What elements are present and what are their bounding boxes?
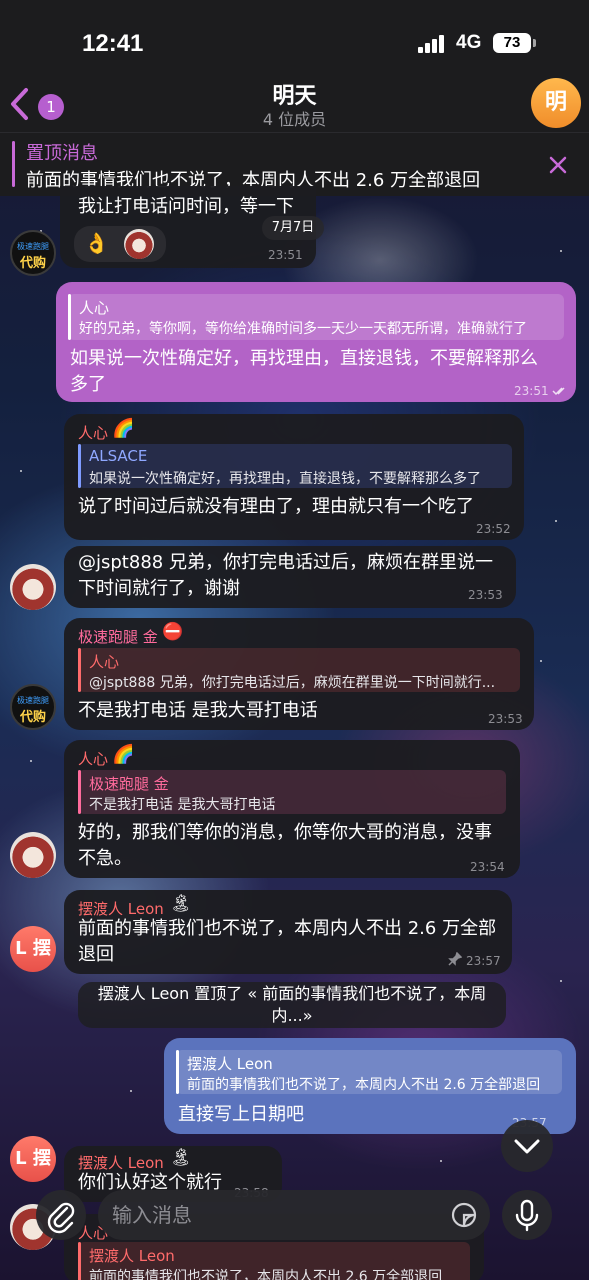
message-text-line1: 如果说一次性确定好，再找理由，直接退钱，不要解释那么: [70, 348, 538, 369]
close-icon[interactable]: [546, 153, 570, 177]
message-text-line1: 好的，那我们等你的消息，你等你大哥的消息，没事: [78, 822, 492, 843]
reply-sender: 人心: [79, 299, 110, 317]
reply-quote[interactable]: 摆渡人 Leon 前面的事情我们也不说了，本周内人不出 2.6 万全部退回: [176, 1050, 562, 1094]
chevron-down-icon: [514, 1139, 540, 1154]
reply-bar: [68, 294, 71, 340]
message-bubble[interactable]: 人心 🌈 ALSACE 如果说一次性确定好，再找理由，直接退钱，不要解释那么多了…: [64, 414, 524, 540]
message-text: 说了时间过后就没有理由了，理由就只有一个吃了: [78, 496, 474, 517]
battery-icon: 73: [493, 33, 536, 53]
reply-text: 前面的事情我们也不说了，本周内人不出 2.6 万全部退回: [89, 1269, 443, 1280]
reply-sender: 极速跑腿 金: [89, 775, 169, 793]
sender-emoji: 🏝: [170, 894, 192, 914]
message-bubble[interactable]: @jspt888 兄弟，你打完电话过后，麻烦在群里说一 下时间就行了，谢谢 23…: [64, 546, 516, 608]
reply-sender: ALSACE: [89, 447, 148, 465]
sticker-icon[interactable]: [450, 1201, 478, 1229]
reply-bar: [78, 1242, 81, 1280]
message-time: 23:51: [514, 384, 549, 398]
message-bubble[interactable]: 摆渡人 Leon 🏝 前面的事情我们也不说了，本周内人不出 2.6 万全部 退回…: [64, 890, 512, 974]
reply-bar: [78, 770, 81, 814]
member-count: 4 位成员: [262, 110, 327, 129]
message-text-line2: 下时间就行了，谢谢: [78, 578, 240, 599]
logo-text-top: 极速跑腿: [17, 696, 49, 705]
reply-sender: 人心: [89, 653, 120, 671]
pinned-title: 置顶消息: [26, 143, 98, 164]
message-time: 23:57: [466, 954, 501, 968]
sender-emoji: 🌈: [112, 418, 135, 439]
double-check-icon: [552, 387, 565, 396]
sender-name: 极速跑腿 金: [78, 628, 158, 646]
message-bubble[interactable]: 极速跑腿 金 ⛔ 人心 @jspt888 兄弟，你打完电话过后，麻烦在群里说一下…: [64, 618, 534, 730]
message-text: 我让打电话问时间，等一下: [78, 196, 294, 217]
voice-button[interactable]: [502, 1190, 552, 1240]
chat-avatar[interactable]: 明: [531, 78, 581, 128]
paperclip-icon: [47, 1202, 75, 1234]
reply-quote[interactable]: 极速跑腿 金 不是我打电话 是我大哥打电话: [78, 770, 506, 814]
reply-quote[interactable]: 人心 @jspt888 兄弟，你打完电话过后，麻烦在群里说一下时间就行...: [78, 648, 520, 692]
reactor-avatar: [124, 229, 154, 259]
pin-service-message[interactable]: 摆渡人 Leon 置顶了 « 前面的事情我们也不说了，本周 内...»: [78, 982, 506, 1028]
pin-icon: [448, 952, 462, 966]
reply-quote[interactable]: ALSACE 如果说一次性确定好，再找理由，直接退钱，不要解释那么多了: [78, 444, 512, 488]
message-text: 不是我打电话 是我大哥打电话: [78, 700, 318, 721]
network-label: 4G: [456, 32, 482, 53]
logo-text-bottom: 代购: [19, 710, 46, 725]
reply-sender: 摆渡人 Leon: [89, 1247, 175, 1265]
sender-emoji: ⛔: [162, 622, 184, 642]
sender-avatar-jisu[interactable]: 极速跑腿 代购: [10, 684, 56, 730]
reply-text: 不是我打电话 是我大哥打电话: [89, 797, 276, 813]
sender-emoji: 🌈: [112, 744, 135, 765]
sender-avatar-jisu[interactable]: 极速跑腿 代购: [10, 230, 56, 276]
outgoing-message-bubble[interactable]: 人心 好的兄弟，等你啊，等你给准确时间多一天少一天都无所谓，准确就行了 如果说一…: [56, 282, 576, 402]
reply-quote[interactable]: 人心 好的兄弟，等你啊，等你给准确时间多一天少一天都无所谓，准确就行了: [68, 294, 564, 340]
reply-sender: 摆渡人 Leon: [187, 1055, 273, 1073]
attach-button[interactable]: [36, 1190, 86, 1240]
service-text-line1: 摆渡人 Leon 置顶了 « 前面的事情我们也不说了，本周: [97, 984, 487, 1003]
reply-bar: [78, 444, 81, 488]
reply-text: 好的兄弟，等你啊，等你给准确时间多一天少一天都无所谓，准确就行了: [79, 321, 527, 337]
sender-avatar-renxin[interactable]: [10, 832, 56, 878]
reply-text: @jspt888 兄弟，你打完电话过后，麻烦在群里说一下时间就行...: [89, 675, 496, 691]
pinned-accent-bar: [12, 141, 15, 187]
message-time: 23:52: [476, 522, 511, 536]
reply-bar: [78, 648, 81, 692]
microphone-icon: [515, 1199, 539, 1232]
message-text: 直接写上日期吧: [178, 1104, 304, 1125]
chat-header: 1 明天 4 位成员 明: [0, 78, 589, 132]
sender-avatar-leon[interactable]: L 摆: [10, 1136, 56, 1182]
reaction-chip[interactable]: 👌: [74, 226, 166, 262]
reply-quote[interactable]: 摆渡人 Leon 前面的事情我们也不说了，本周内人不出 2.6 万全部退回: [78, 1242, 470, 1280]
sender-avatar-renxin[interactable]: [10, 564, 56, 610]
message-bubble[interactable]: 人心 🌈 极速跑腿 金 不是我打电话 是我大哥打电话 好的，那我们等你的消息，你…: [64, 740, 520, 878]
sender-avatar-leon[interactable]: L 摆: [10, 926, 56, 972]
date-divider: 7月7日: [262, 216, 324, 240]
message-text-line2: 退回: [78, 944, 114, 965]
ok-hand-emoji: 👌: [84, 231, 109, 255]
signal-icon: [418, 33, 448, 53]
status-time: 12:41: [82, 30, 144, 57]
message-text-line1: @jspt888 兄弟，你打完电话过后，麻烦在群里说一: [78, 552, 493, 573]
sender-name: 人心: [78, 424, 109, 442]
logo-text-top: 极速跑腿: [17, 242, 49, 251]
service-text-line2: 内...»: [271, 1006, 313, 1025]
message-time: 23:54: [470, 860, 505, 874]
message-text-line2: 不急。: [78, 848, 132, 869]
sender-name: 人心: [78, 750, 109, 768]
message-time: 23:53: [488, 712, 523, 726]
scroll-to-bottom-button[interactable]: [501, 1120, 553, 1172]
message-time: 23:51: [268, 248, 303, 262]
message-time: 23:53: [468, 588, 503, 602]
reply-bar: [176, 1050, 179, 1094]
message-text-line2: 多了: [70, 374, 106, 395]
logo-text-bottom: 代购: [19, 256, 46, 271]
status-bar: 12:41 4G 73: [0, 0, 589, 78]
message-text-line1: 前面的事情我们也不说了，本周内人不出 2.6 万全部: [78, 918, 497, 939]
sender-emoji: 🏝: [170, 1148, 192, 1168]
reply-text: 如果说一次性确定好，再找理由，直接退钱，不要解释那么多了: [89, 471, 481, 487]
message-input[interactable]: [98, 1190, 490, 1240]
reply-text: 前面的事情我们也不说了，本周内人不出 2.6 万全部退回: [187, 1077, 541, 1093]
